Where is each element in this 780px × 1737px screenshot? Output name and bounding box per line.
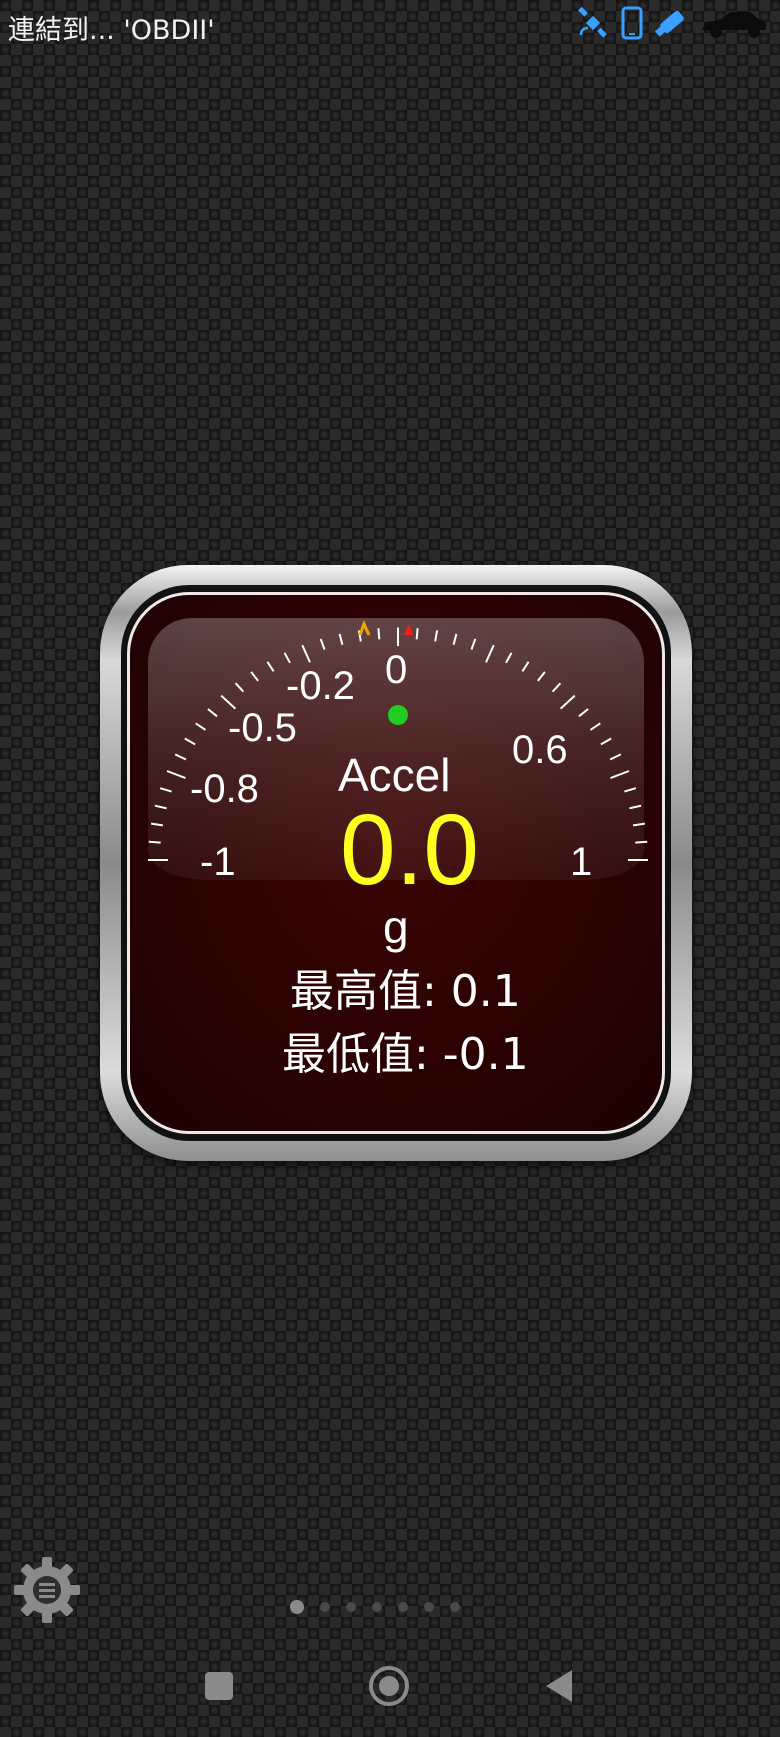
min-marker bbox=[358, 620, 371, 636]
gauge-tick bbox=[377, 628, 381, 640]
gauge-tick bbox=[150, 822, 164, 827]
gauge-tick bbox=[174, 753, 187, 761]
min-value: 最低值: -0.1 bbox=[282, 1029, 529, 1080]
gauge-tick bbox=[338, 633, 344, 646]
gauge-tick bbox=[635, 840, 648, 844]
scale-label-0-6: 0.6 bbox=[512, 728, 568, 772]
scale-label-neg0-8: -0.8 bbox=[190, 767, 259, 811]
gauge-tick bbox=[578, 708, 589, 718]
gauge-tick bbox=[537, 671, 546, 682]
gauge-tick bbox=[632, 822, 646, 827]
page-dot[interactable] bbox=[398, 1602, 408, 1612]
gauge-tick bbox=[234, 682, 245, 693]
gauge-tick bbox=[559, 694, 576, 710]
recents-button bbox=[205, 1672, 233, 1700]
scale-label-neg1: -1 bbox=[200, 840, 236, 884]
page-dot[interactable] bbox=[372, 1602, 382, 1612]
page-dot[interactable] bbox=[290, 1600, 304, 1614]
max-marker bbox=[404, 624, 413, 635]
scale-label-neg0-5: -0.5 bbox=[228, 706, 297, 750]
gauge-tick bbox=[415, 628, 419, 640]
gear-icon bbox=[14, 1557, 80, 1623]
settings-menu-button[interactable] bbox=[12, 1555, 82, 1625]
gauge-tick bbox=[551, 682, 562, 693]
gauge-tick bbox=[319, 638, 326, 650]
back-button bbox=[546, 1670, 572, 1702]
gauge-tick bbox=[589, 722, 601, 731]
scale-label-neg0-2: -0.2 bbox=[286, 664, 355, 708]
gauge-tick bbox=[624, 787, 637, 793]
gauge-tick bbox=[195, 722, 207, 731]
scale-label-0: 0 bbox=[385, 648, 408, 692]
gauge-tick bbox=[505, 652, 513, 664]
page-dot[interactable] bbox=[320, 1602, 330, 1612]
navigation-bar bbox=[0, 1650, 780, 1733]
home-button bbox=[369, 1666, 409, 1706]
gauge-unit: g bbox=[383, 901, 409, 953]
gauge-tick bbox=[184, 737, 196, 746]
gauge-tick bbox=[485, 644, 495, 663]
gauge-tick bbox=[521, 661, 530, 672]
gauge-tick bbox=[452, 633, 458, 646]
scale-label-1: 1 bbox=[570, 840, 593, 884]
gauge-tick bbox=[266, 661, 275, 672]
gauge-tick bbox=[470, 638, 477, 650]
page-indicator[interactable] bbox=[290, 1600, 460, 1614]
gauge-tick bbox=[207, 708, 218, 718]
page-dot[interactable] bbox=[346, 1602, 356, 1612]
gauge-tick bbox=[301, 644, 311, 663]
gauge-tick bbox=[434, 630, 439, 642]
gauge-tick bbox=[629, 804, 642, 810]
gauge-tick bbox=[610, 770, 630, 780]
gauge-tick bbox=[159, 787, 172, 793]
gauge-tick bbox=[250, 671, 259, 682]
page-dot[interactable] bbox=[450, 1602, 460, 1612]
max-value: 最高值: 0.1 bbox=[290, 966, 521, 1017]
gauge-tick bbox=[166, 770, 186, 780]
gauge-tick bbox=[609, 753, 622, 761]
gauge-tick bbox=[148, 840, 161, 844]
gauge-tick bbox=[154, 804, 167, 810]
gauge-value: 0.0 bbox=[340, 794, 480, 906]
needle-indicator bbox=[388, 705, 408, 725]
gauge-tick bbox=[283, 652, 291, 664]
page-dot[interactable] bbox=[424, 1602, 434, 1612]
gauge-tick bbox=[600, 737, 612, 746]
